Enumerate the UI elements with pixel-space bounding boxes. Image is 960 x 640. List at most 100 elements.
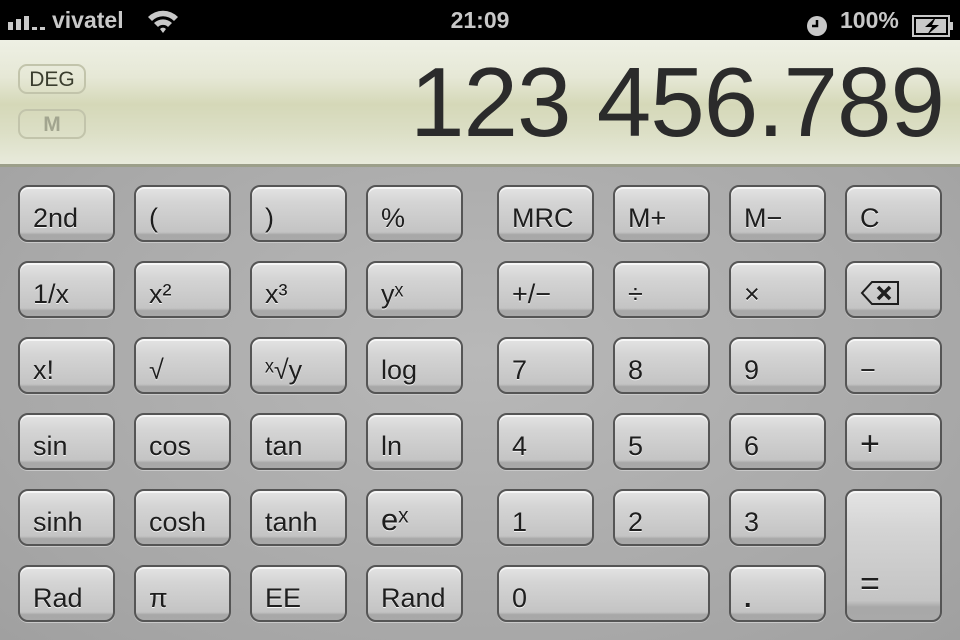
digit-5-button[interactable]: 5 — [613, 413, 710, 470]
subtract-button[interactable]: − — [845, 337, 942, 394]
angle-mode-indicator: DEG — [18, 64, 86, 94]
ln-button[interactable]: ln — [366, 413, 463, 470]
digit-6-button[interactable]: 6 — [729, 413, 826, 470]
open-paren-button[interactable]: ( — [134, 185, 231, 242]
key-label: π — [149, 583, 168, 613]
key-label: tan — [265, 431, 303, 461]
tanh-button[interactable]: tanh — [250, 489, 347, 546]
key-label: x³ — [265, 279, 288, 309]
close-paren-button[interactable]: ) — [250, 185, 347, 242]
key-label: C — [860, 203, 880, 233]
add-button[interactable]: + — [845, 413, 942, 470]
key-label: × — [744, 279, 760, 309]
key-label: Rad — [33, 583, 83, 613]
key-label: ln — [381, 431, 403, 461]
factorial-button[interactable]: x! — [18, 337, 115, 394]
key-label: MRC — [512, 203, 574, 233]
key-label: M+ — [628, 203, 667, 233]
sin-button[interactable]: sin — [18, 413, 115, 470]
key-label: 1 — [512, 507, 528, 537]
backspace-button[interactable] — [845, 261, 942, 318]
digit-1-button[interactable]: 1 — [497, 489, 594, 546]
sinh-button[interactable]: sinh — [18, 489, 115, 546]
key-label: x² — [149, 279, 172, 309]
reciprocal-button[interactable]: 1/x — [18, 261, 115, 318]
square-root-button[interactable]: √ — [134, 337, 231, 394]
decimal-point-button[interactable]: . — [729, 565, 826, 622]
key-label: cos — [149, 431, 192, 461]
exp-button[interactable]: eˣ — [366, 489, 463, 546]
key-label: √ — [149, 355, 164, 385]
key-label: 0 — [512, 583, 528, 613]
memory-recall-clear-button[interactable]: MRC — [497, 185, 594, 242]
sign-toggle-button[interactable]: +/− — [497, 261, 594, 318]
key-label: % — [381, 203, 406, 233]
key-label: ÷ — [628, 279, 643, 309]
digit-3-button[interactable]: 3 — [729, 489, 826, 546]
memory-plus-button[interactable]: M+ — [613, 185, 710, 242]
square-button[interactable]: x² — [134, 261, 231, 318]
battery-percentage: 100% — [840, 7, 899, 33]
key-label: ( — [149, 203, 158, 233]
key-label: Rand — [381, 583, 446, 613]
equals-button[interactable]: = — [845, 489, 942, 622]
random-button[interactable]: Rand — [366, 565, 463, 622]
key-label: ) — [265, 203, 274, 233]
digit-7-button[interactable]: 7 — [497, 337, 594, 394]
calculator-display: DEG M 123 456.789 — [0, 40, 960, 167]
backspace-icon — [860, 280, 900, 313]
battery-charging-icon — [912, 9, 954, 37]
tan-button[interactable]: tan — [250, 413, 347, 470]
key-label: 2nd — [33, 203, 79, 233]
key-label: +/− — [512, 279, 552, 309]
key-label: − — [860, 355, 876, 385]
key-label: x! — [33, 355, 55, 385]
key-label: 3 — [744, 507, 760, 537]
rad-button[interactable]: Rad — [18, 565, 115, 622]
key-label: 9 — [744, 355, 760, 385]
key-label: 6 — [744, 431, 760, 461]
clear-button[interactable]: C — [845, 185, 942, 242]
key-label: 1/x — [33, 279, 70, 309]
key-label: ˣ√y — [265, 355, 303, 385]
key-label: sin — [33, 431, 68, 461]
key-label: sinh — [33, 507, 83, 537]
key-label: = — [860, 565, 880, 603]
keypad: 2nd ( ) % MRC M+ M− C 1/x x² x³ yˣ +/− ÷… — [0, 167, 960, 640]
key-label: log — [381, 355, 418, 385]
digit-9-button[interactable]: 9 — [729, 337, 826, 394]
key-label: 5 — [628, 431, 644, 461]
percent-button[interactable]: % — [366, 185, 463, 242]
log-button[interactable]: log — [366, 337, 463, 394]
display-value: 123 456.789 — [410, 47, 945, 157]
cos-button[interactable]: cos — [134, 413, 231, 470]
memory-indicator: M — [18, 109, 86, 139]
key-label: yˣ — [381, 279, 404, 309]
cosh-button[interactable]: cosh — [134, 489, 231, 546]
key-label: EE — [265, 583, 302, 613]
key-label: + — [860, 425, 880, 463]
digit-8-button[interactable]: 8 — [613, 337, 710, 394]
multiply-button[interactable]: × — [729, 261, 826, 318]
second-function-button[interactable]: 2nd — [18, 185, 115, 242]
key-label: eˣ — [381, 502, 409, 537]
digit-2-button[interactable]: 2 — [613, 489, 710, 546]
status-bar: vivatel 21:09 100% — [0, 0, 960, 40]
key-label: . — [744, 583, 752, 613]
memory-minus-button[interactable]: M− — [729, 185, 826, 242]
divide-button[interactable]: ÷ — [613, 261, 710, 318]
digit-0-button[interactable]: 0 — [497, 565, 710, 622]
key-label: 7 — [512, 355, 528, 385]
pi-button[interactable]: π — [134, 565, 231, 622]
nth-root-button[interactable]: ˣ√y — [250, 337, 347, 394]
alarm-clock-icon — [806, 9, 828, 36]
cube-button[interactable]: x³ — [250, 261, 347, 318]
power-button[interactable]: yˣ — [366, 261, 463, 318]
digit-4-button[interactable]: 4 — [497, 413, 594, 470]
key-label: 2 — [628, 507, 644, 537]
key-label: 4 — [512, 431, 528, 461]
key-label: tanh — [265, 507, 318, 537]
key-label: M− — [744, 203, 783, 233]
key-label: cosh — [149, 507, 207, 537]
ee-button[interactable]: EE — [250, 565, 347, 622]
